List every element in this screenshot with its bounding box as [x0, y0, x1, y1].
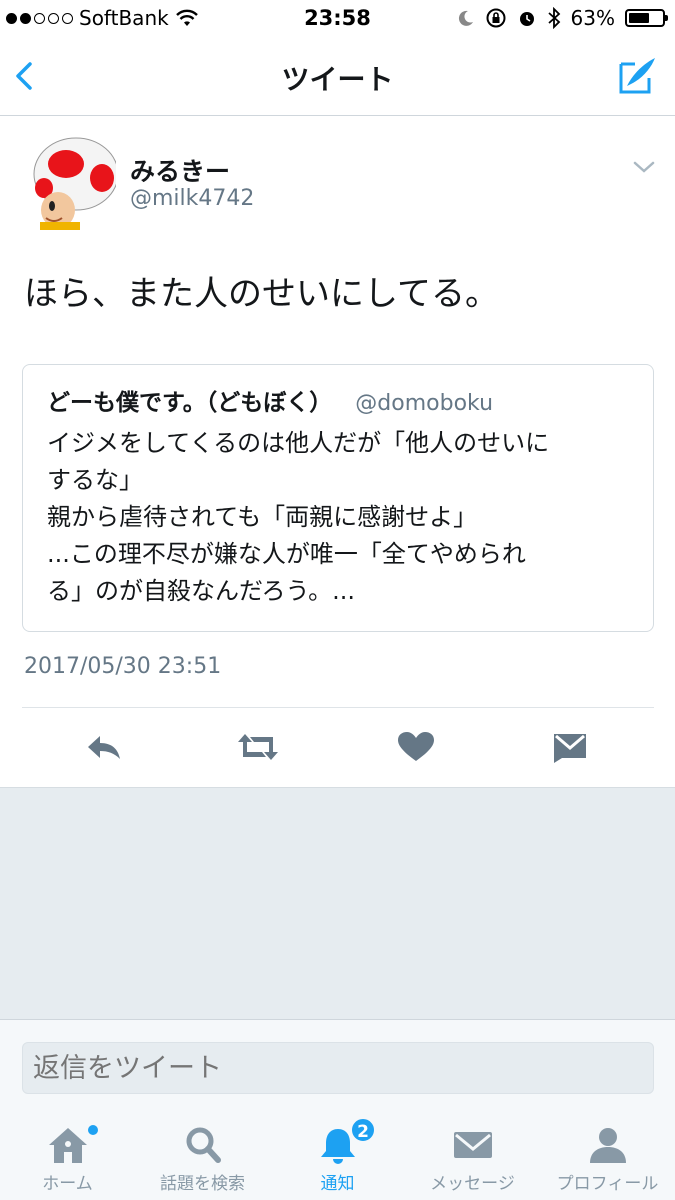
tab-label: 話題を検索	[160, 1174, 245, 1194]
tab-label: メッセージ	[430, 1174, 515, 1194]
tweet-text: ほら、また人のせいにしてる。	[24, 274, 499, 314]
quoted-handle: @domoboku	[355, 391, 494, 416]
avatar[interactable]	[26, 136, 116, 230]
quoted-tweet-text: イジメをしてくるのは他人だが「他人のせいに するな」 親から虐待されても「両親に…	[47, 425, 637, 610]
battery-percent: 63%	[570, 6, 615, 30]
reply-icon[interactable]	[84, 730, 124, 764]
envelope-icon	[454, 1132, 492, 1158]
tab-bar: ホーム 話題を検索 2 通知 メッセージ プロフィール	[0, 1111, 675, 1200]
nav-bar: ツイート	[0, 38, 675, 116]
quoted-line: するな」	[47, 466, 143, 494]
quoted-line: る」のが自殺なんだろう。...	[47, 577, 356, 605]
tab-search[interactable]: 話題を検索	[135, 1111, 270, 1200]
retweet-icon[interactable]	[236, 730, 280, 764]
compose-icon[interactable]	[615, 54, 659, 98]
user-handle[interactable]: @milk4742	[130, 186, 254, 211]
tab-notifications[interactable]: 2 通知	[270, 1111, 405, 1200]
bluetooth-icon	[547, 7, 560, 29]
home-unread-dot	[88, 1125, 98, 1135]
status-right: 63%	[457, 6, 668, 30]
tab-messages[interactable]: メッセージ	[405, 1111, 540, 1200]
tab-label: ホーム	[42, 1174, 93, 1194]
tab-profile[interactable]: プロフィール	[540, 1111, 675, 1200]
page-title: ツイート	[281, 63, 394, 96]
display-name[interactable]: みるきー	[130, 152, 230, 188]
tab-home[interactable]: ホーム	[0, 1111, 135, 1200]
notification-badge: 2	[350, 1117, 376, 1143]
quoted-tweet-header: どーも僕です。（どもぼく） @domoboku	[47, 383, 493, 417]
battery-level	[629, 13, 650, 23]
rotation-lock-icon	[486, 8, 506, 28]
reply-bar	[0, 1019, 675, 1111]
reply-input[interactable]	[22, 1042, 654, 1094]
quoted-line: イジメをしてくるのは他人だが「他人のせいに	[47, 429, 550, 457]
tab-label: 通知	[320, 1174, 355, 1194]
tweet-actions	[0, 708, 675, 786]
tab-label: プロフィール	[556, 1174, 659, 1194]
alarm-icon	[519, 12, 534, 26]
quoted-display-name: どーも僕です。（どもぼく）	[47, 390, 333, 416]
chevron-down-icon[interactable]	[633, 160, 655, 174]
person-icon	[590, 1128, 626, 1163]
tweet-timestamp: 2017/05/30 23:51	[24, 654, 222, 679]
home-icon	[49, 1128, 87, 1163]
moon-icon	[458, 10, 473, 26]
quoted-tweet[interactable]: どーも僕です。（どもぼく） @domoboku イジメをしてくるのは他人だが「他…	[22, 364, 654, 632]
direct-message-icon[interactable]	[552, 730, 588, 764]
quoted-line: ...この理不尽が嫌な人が唯一「全てやめられ	[47, 540, 526, 568]
like-icon[interactable]	[396, 730, 436, 764]
empty-replies-area	[0, 787, 675, 1019]
quoted-line: 親から虐待されても「両親に感謝せよ」	[47, 503, 478, 531]
battery-icon	[625, 9, 668, 27]
search-icon	[186, 1127, 221, 1163]
status-bar: SoftBank 23:58 63%	[0, 0, 675, 38]
